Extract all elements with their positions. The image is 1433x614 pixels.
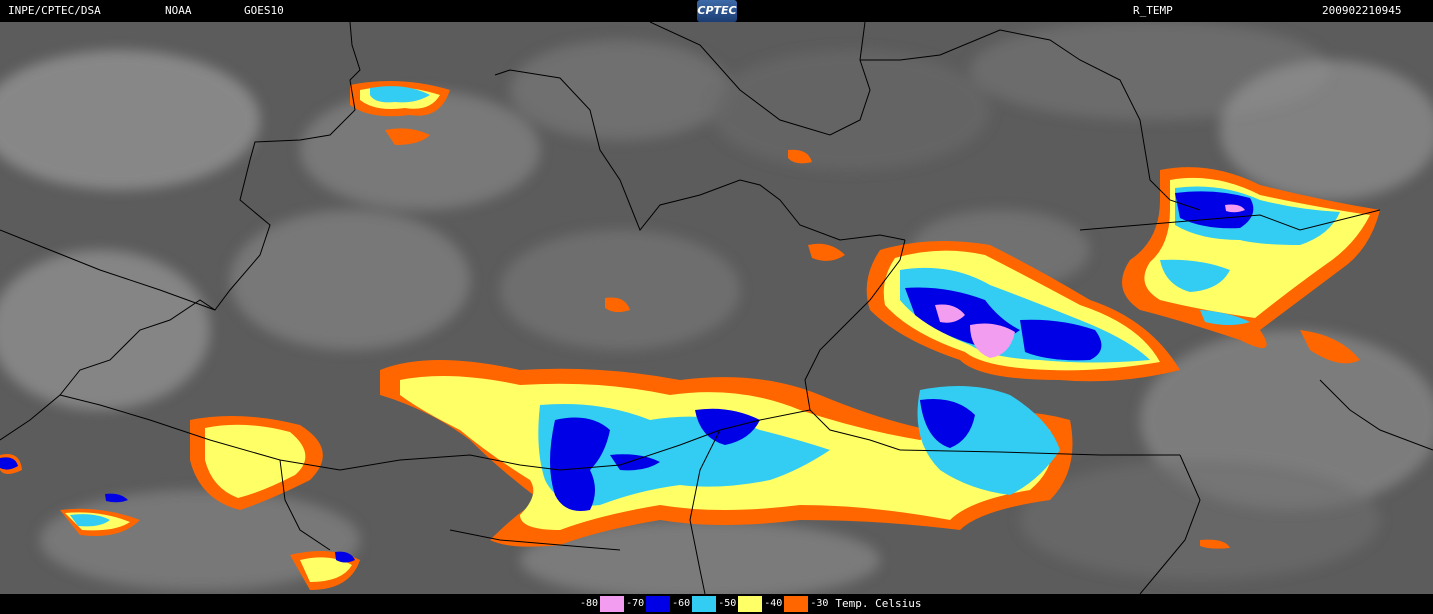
source-label: INPE/CPTEC/DSA bbox=[8, 4, 101, 17]
legend-label: -70 bbox=[626, 598, 645, 609]
datetime-label: 200902210945 bbox=[1322, 4, 1402, 17]
legend-label: -30 bbox=[810, 598, 829, 609]
logo-text: CPTEC bbox=[697, 4, 737, 17]
satellite-label: GOES10 bbox=[244, 4, 284, 17]
temperature-legend: -80 -70 -60 -50 -40 -30 Temp. Celsius bbox=[578, 596, 921, 612]
cptec-logo: CPTEC bbox=[697, 0, 737, 22]
legend-item: -60 bbox=[670, 596, 717, 612]
legend-item: -30 bbox=[808, 596, 830, 612]
legend-label: -40 bbox=[764, 598, 783, 609]
satellite-map bbox=[0, 22, 1433, 594]
legend-unit-label: Temp. Celsius bbox=[835, 597, 922, 610]
legend-swatch-cyan bbox=[692, 596, 717, 612]
legend-swatch-yellow bbox=[738, 596, 763, 612]
legend-label: -80 bbox=[580, 598, 599, 609]
top-bar: INPE/CPTEC/DSA NOAA GOES10 CPTEC R_TEMP … bbox=[0, 0, 1433, 22]
legend-label: -50 bbox=[718, 598, 737, 609]
legend-swatch-pink bbox=[600, 596, 625, 612]
legend-item: -40 bbox=[762, 596, 809, 612]
legend-label: -60 bbox=[672, 598, 691, 609]
legend-swatch-blue bbox=[646, 596, 671, 612]
legend-item: -80 bbox=[578, 596, 625, 612]
product-label: R_TEMP bbox=[1133, 4, 1173, 17]
legend-item: -50 bbox=[716, 596, 763, 612]
agency-label: NOAA bbox=[165, 4, 192, 17]
legend-item: -70 bbox=[624, 596, 671, 612]
satellite-image bbox=[0, 22, 1433, 594]
legend-swatch-orange bbox=[784, 596, 809, 612]
